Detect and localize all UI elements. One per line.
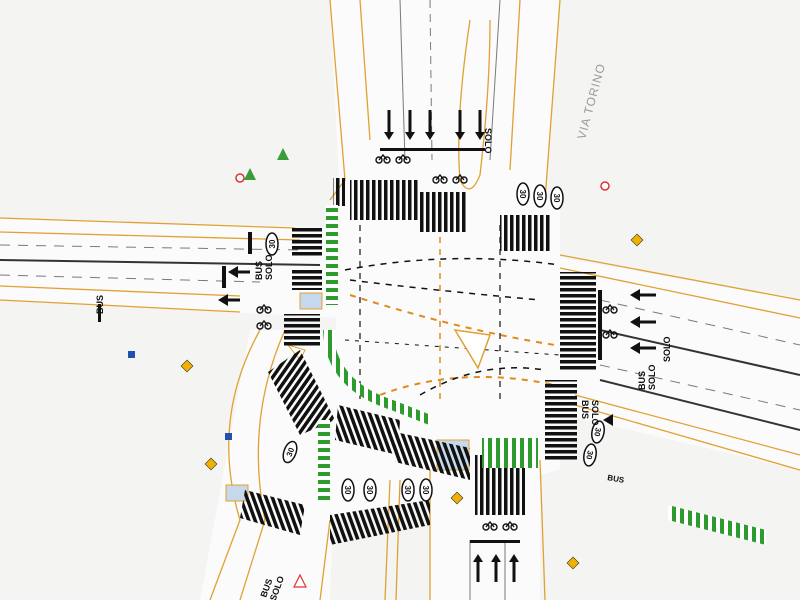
traffic-sign-icon: [204, 457, 218, 471]
traffic-sign-icon: [235, 173, 245, 183]
intersection-plan: 30 30 30 30 30 30 30 30 30 30 30 BUS SOL…: [0, 0, 800, 600]
street-name: VIA TORINO: [574, 62, 608, 141]
speed-label: 30: [421, 486, 430, 495]
crossing-west-1: [292, 228, 322, 258]
traffic-sign-icon: [128, 351, 135, 358]
bus-label: BUS: [254, 261, 264, 280]
bus-label: BUS: [580, 400, 590, 419]
crossing-west-2: [292, 268, 322, 290]
speed-limit-icon: 30: [265, 232, 279, 256]
crossing-north-1: [333, 178, 345, 206]
speed-limit-icon: 30: [363, 478, 377, 502]
traffic-sign-icon: [180, 359, 194, 373]
speed-label: 30: [365, 486, 374, 495]
bus-label: BUS: [607, 473, 626, 485]
speed-label: 30: [518, 190, 527, 199]
speed-limit-icon: 30: [583, 443, 597, 467]
crossing-east-1: [560, 272, 596, 370]
speed-label: 30: [535, 192, 544, 201]
speed-label: 30: [403, 486, 412, 495]
solo-label: SOLO: [647, 364, 657, 390]
speed-limit-icon: 30: [401, 478, 415, 502]
speed-label: 30: [552, 194, 561, 203]
solo-label: SOLO: [662, 336, 672, 362]
speed-label: 30: [343, 486, 352, 495]
traffic-sign-icon: [630, 233, 644, 247]
crossing-north-2: [350, 180, 418, 220]
speed-limit-icon: 30: [419, 478, 433, 502]
crossing-north-3: [418, 192, 468, 232]
speed-limit-icon: 30: [516, 182, 530, 206]
bus-label: BUS: [637, 371, 647, 390]
solo-label: SOLO: [590, 400, 600, 426]
bicycle-icon: [256, 319, 272, 330]
traffic-sign-icon: [566, 556, 580, 570]
traffic-sign-icon: [225, 433, 232, 440]
crossing-west-3: [284, 314, 320, 348]
crossing-north-4: [500, 215, 550, 251]
speed-limit-icon: 30: [533, 184, 547, 208]
traffic-sign-icon: [277, 148, 289, 160]
speed-label: 30: [268, 239, 277, 248]
crossing-east-2: [545, 380, 577, 460]
solo-label: SOLO: [264, 254, 274, 280]
traffic-sign-icon: [244, 168, 256, 180]
traffic-sign-icon: [600, 181, 610, 191]
speed-limit-icon: 30: [550, 186, 564, 210]
speed-limit-icon: 30: [341, 478, 355, 502]
